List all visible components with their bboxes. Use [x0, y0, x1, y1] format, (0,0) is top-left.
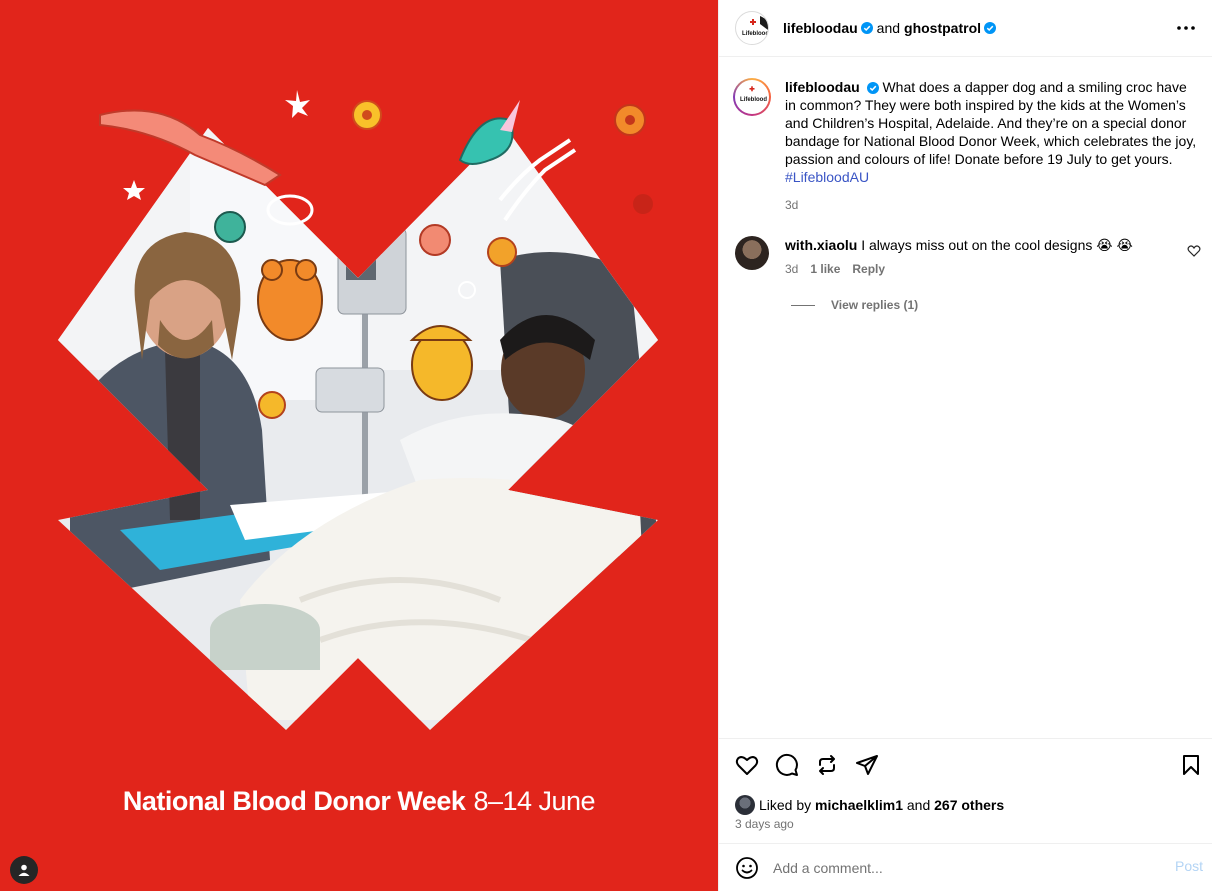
header-avatar[interactable]: Lifeblood — [735, 11, 769, 45]
post-media[interactable]: National Blood Donor Week 8–14 June — [0, 0, 718, 891]
more-options-button[interactable] — [1174, 16, 1198, 40]
svg-text:Lifeblood: Lifeblood — [742, 31, 769, 37]
header-account-ghostpatrol[interactable]: ghostpatrol — [904, 20, 981, 36]
comment-text: I always miss out on the cool designs — [861, 237, 1093, 253]
comment-emojis: 😭 😭 — [1096, 237, 1133, 253]
like-heart-icon[interactable] — [735, 753, 759, 777]
caption-body: lifebloodau What does a dapper dog and a… — [785, 78, 1199, 214]
likes-summary[interactable]: Liked by michaelklim1 and 267 others — [735, 795, 1004, 815]
comment-meta: 3d 1 like Reply — [785, 260, 1133, 278]
comment-item: with.xiaolu I always miss out on the coo… — [735, 236, 1205, 278]
comment-likes-link[interactable]: 1 like — [810, 260, 840, 278]
post-comment-button[interactable]: Post — [1175, 858, 1203, 874]
post-side-panel: Lifeblood lifebloodau and ghostpatrol Li… — [718, 0, 1212, 891]
add-comment-input[interactable] — [773, 859, 1153, 876]
save-bookmark-icon[interactable] — [1179, 753, 1203, 777]
comment-bubble-icon[interactable] — [775, 753, 799, 777]
media-caption-dates: 8–14 June — [473, 786, 596, 816]
tagged-users-button[interactable] — [10, 856, 38, 884]
post-actions: Liked by michaelklim1 and 267 others 3 d… — [719, 738, 1212, 842]
replies-divider — [791, 304, 815, 306]
comment-time[interactable]: 3d — [785, 260, 798, 278]
post-caption: Lifeblood lifebloodau What does a dapper… — [733, 78, 1199, 214]
caption-avatar[interactable]: Lifeblood — [733, 78, 771, 116]
caption-username[interactable]: lifebloodau — [785, 79, 860, 95]
media-caption: National Blood Donor Week 8–14 June — [0, 786, 718, 817]
header-usernames: lifebloodau and ghostpatrol — [783, 20, 997, 36]
liker-username[interactable]: michaelklim1 — [815, 797, 903, 813]
emoji-icon[interactable] — [735, 856, 759, 880]
add-comment-bar: Post — [719, 843, 1212, 891]
ellipsis-icon — [1177, 26, 1195, 30]
liker-avatar[interactable] — [735, 795, 755, 815]
comment-username[interactable]: with.xiaolu — [785, 237, 857, 253]
frog-doodle — [257, 259, 323, 341]
comments-section[interactable]: Lifeblood lifebloodau What does a dapper… — [719, 58, 1212, 738]
action-icons — [735, 753, 879, 777]
user-icon — [18, 864, 30, 876]
share-paper-plane-icon[interactable] — [855, 753, 879, 777]
caption-hashtag-link[interactable]: #LifebloodAU — [785, 169, 869, 185]
post-timestamp[interactable]: 3 days ago — [735, 817, 794, 831]
dog-doodle — [409, 325, 473, 401]
lifeblood-logo-icon: Lifeblood — [740, 86, 767, 103]
verified-badge-icon — [866, 82, 879, 95]
likes-others-link[interactable]: 267 others — [934, 797, 1004, 813]
verified-badge-icon — [984, 22, 997, 34]
media-caption-title: National Blood Donor Week — [122, 786, 466, 816]
header-and: and — [876, 20, 901, 36]
likes-prefix: Liked by — [759, 797, 812, 813]
comment-body: with.xiaolu I always miss out on the coo… — [785, 236, 1133, 278]
post-image — [58, 90, 658, 730]
likes-and: and — [906, 797, 931, 813]
instagram-post-view: National Blood Donor Week 8–14 June Lifeb… — [0, 0, 1212, 891]
lifeblood-logo-icon: Lifeblood — [737, 13, 769, 44]
repost-icon[interactable] — [815, 753, 839, 777]
comment-like-heart-icon[interactable] — [1187, 244, 1201, 258]
comment-reply-button[interactable]: Reply — [852, 260, 885, 278]
comment-avatar[interactable] — [735, 236, 769, 270]
caption-time[interactable]: 3d — [785, 196, 1199, 214]
view-replies-button[interactable]: View replies (1) — [791, 298, 918, 312]
post-header: Lifeblood lifebloodau and ghostpatrol — [719, 0, 1212, 57]
header-account-lifebloodau[interactable]: lifebloodau — [783, 20, 858, 36]
view-replies-label: View replies (1) — [831, 298, 919, 312]
svg-text:Lifeblood: Lifeblood — [740, 97, 767, 103]
verified-badge-icon — [860, 22, 873, 34]
